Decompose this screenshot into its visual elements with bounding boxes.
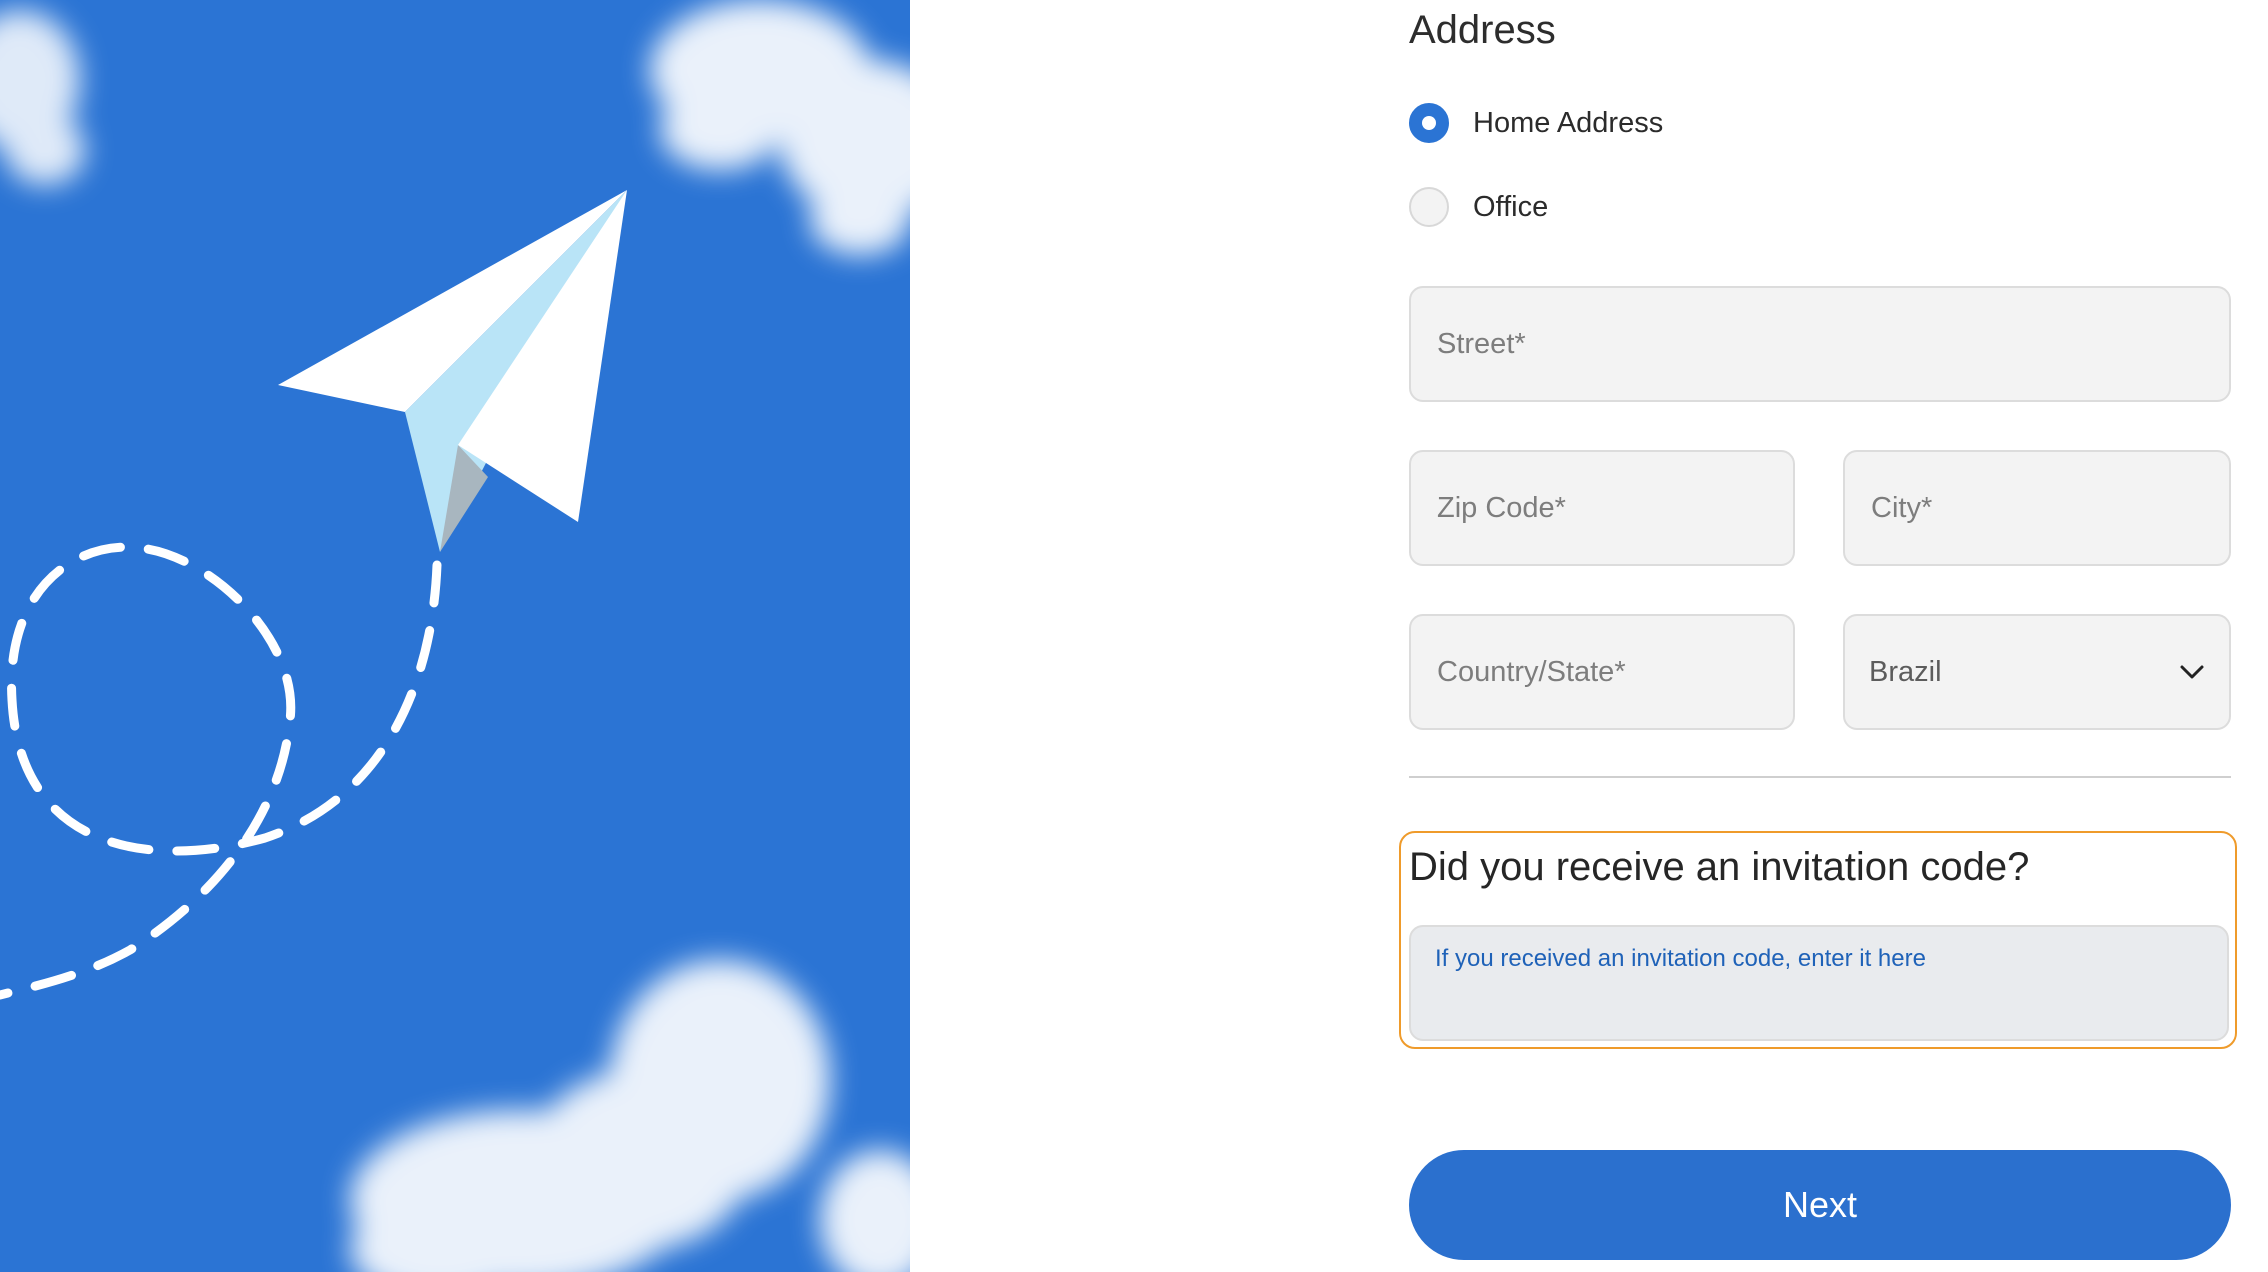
invitation-section: Did you receive an invitation code? bbox=[1399, 831, 2237, 1049]
invitation-code-field[interactable] bbox=[1409, 925, 2229, 1041]
radio-home-address[interactable]: Home Address bbox=[1409, 101, 1663, 145]
country-state-input[interactable] bbox=[1435, 654, 1769, 690]
section-divider bbox=[1409, 776, 2231, 778]
invitation-code-input[interactable] bbox=[1435, 945, 2203, 1021]
radio-home-address-icon[interactable] bbox=[1409, 103, 1449, 143]
city-field[interactable] bbox=[1843, 450, 2231, 566]
flight-trail bbox=[0, 542, 442, 1000]
chevron-down-icon[interactable] bbox=[2179, 664, 2205, 680]
zip-code-input[interactable] bbox=[1435, 490, 1769, 526]
hero-illustration bbox=[0, 0, 910, 1272]
radio-office[interactable]: Office bbox=[1409, 185, 1548, 229]
address-title: Address bbox=[1409, 8, 1556, 52]
street-input[interactable] bbox=[1435, 326, 2205, 362]
cloud-top-left bbox=[0, 10, 85, 185]
address-form: Address Home Address Office Brazil Did y… bbox=[1399, 0, 2237, 1272]
next-button[interactable]: Next bbox=[1409, 1150, 2231, 1260]
city-input[interactable] bbox=[1869, 490, 2205, 526]
zip-code-field[interactable] bbox=[1409, 450, 1795, 566]
country-select-value: Brazil bbox=[1869, 655, 1942, 688]
paper-plane-icon bbox=[278, 190, 627, 552]
cloud-bottom bbox=[350, 960, 910, 1272]
cloud-top-right bbox=[650, 0, 910, 255]
country-state-field[interactable] bbox=[1409, 614, 1795, 730]
country-select[interactable]: Brazil bbox=[1843, 614, 2231, 730]
radio-home-address-label: Home Address bbox=[1473, 106, 1664, 139]
paper-plane-illustration bbox=[0, 0, 910, 1272]
invitation-title: Did you receive an invitation code? bbox=[1409, 845, 2030, 889]
radio-office-label: Office bbox=[1473, 190, 1549, 223]
radio-office-icon[interactable] bbox=[1409, 187, 1449, 227]
street-field[interactable] bbox=[1409, 286, 2231, 402]
